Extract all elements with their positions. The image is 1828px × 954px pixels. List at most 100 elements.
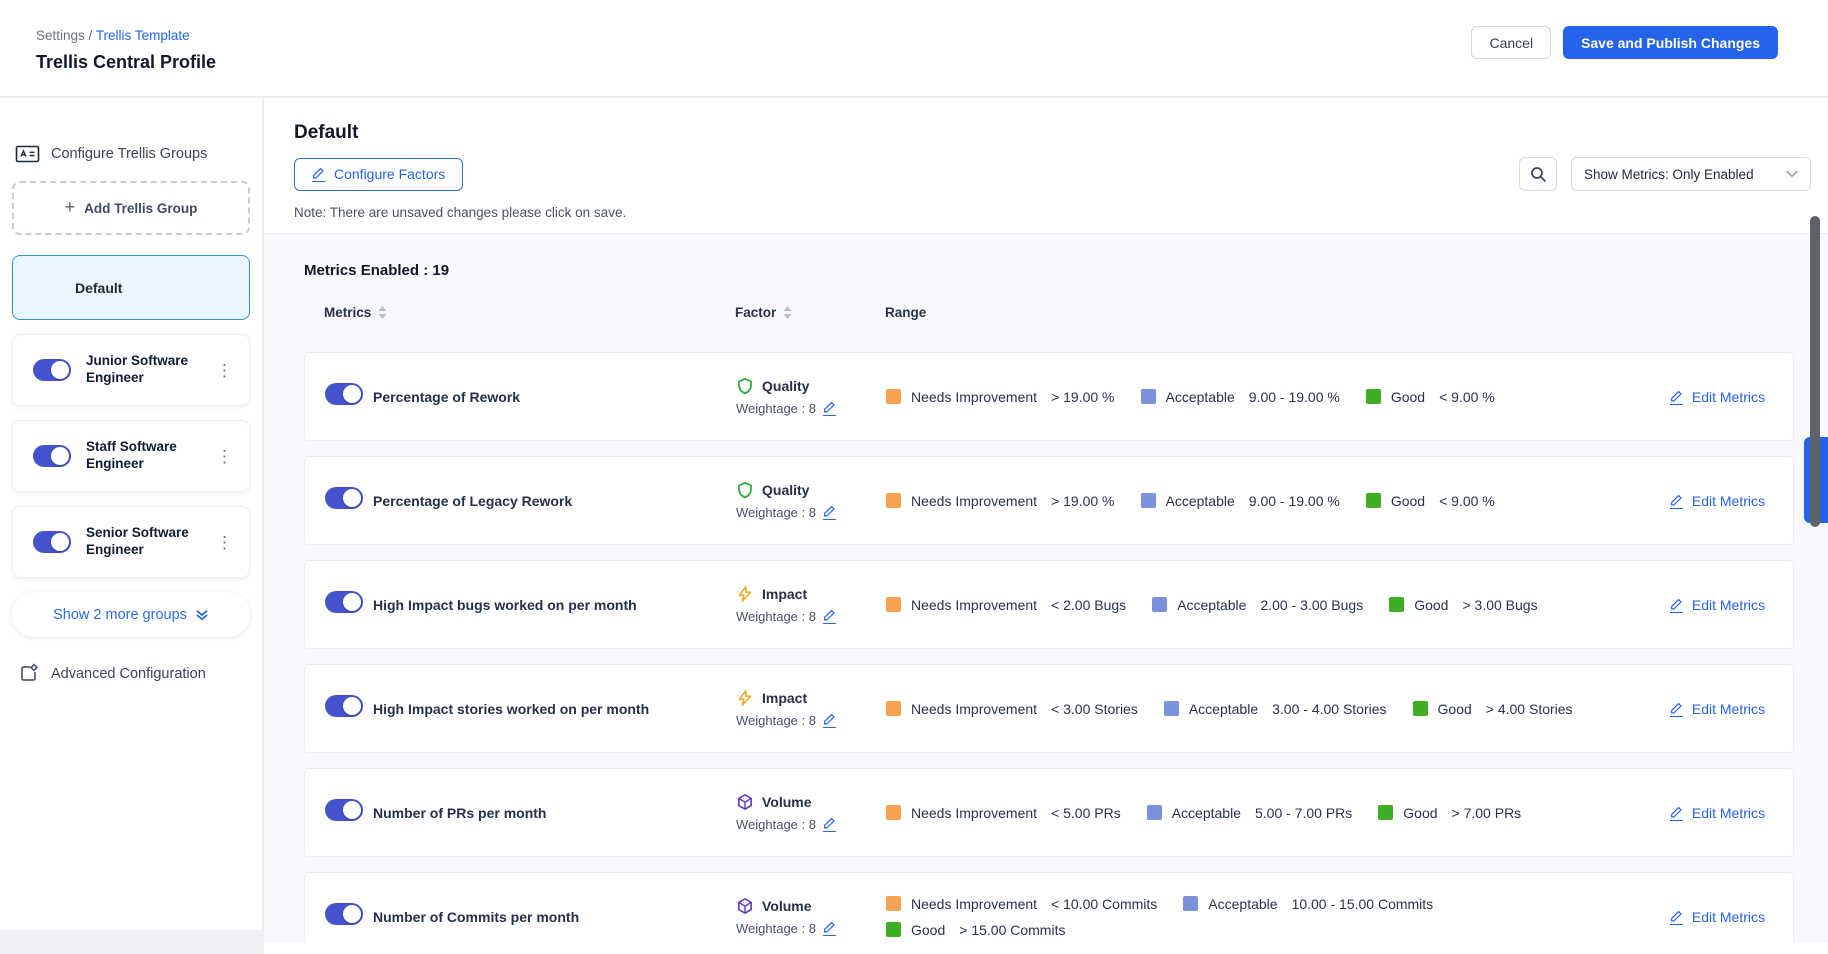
range-value: < 3.00 Stories	[1051, 701, 1138, 717]
range-label: Acceptable	[1189, 701, 1258, 717]
breadcrumb-trellis-template[interactable]: Trellis Template	[96, 28, 190, 43]
sidebar-group-card[interactable]: Senior Software Engineer ⋮	[12, 506, 250, 578]
edit-weightage-icon[interactable]	[823, 504, 836, 520]
edit-weightage-icon[interactable]	[823, 920, 836, 936]
range-color-swatch	[1389, 597, 1404, 612]
vertical-scrollbar-thumb[interactable]	[1810, 216, 1820, 527]
kebab-menu-icon[interactable]: ⋮	[214, 444, 235, 469]
range-chip: Acceptable 3.00 - 4.00 Stories	[1164, 701, 1387, 717]
breadcrumb-settings[interactable]: Settings	[36, 28, 85, 43]
pencil-icon	[1670, 597, 1683, 613]
edit-weightage-icon[interactable]	[823, 608, 836, 624]
range-chip: Good > 7.00 PRs	[1378, 805, 1521, 821]
weightage-text: Weightage : 8	[736, 609, 816, 624]
range-label: Acceptable	[1177, 597, 1246, 613]
range-color-swatch	[1183, 896, 1198, 911]
range-label: Good	[911, 922, 945, 938]
factor-icon	[736, 793, 754, 811]
show-more-label: Show 2 more groups	[53, 607, 187, 623]
weightage-text: Weightage : 8	[736, 401, 816, 416]
metric-row: Percentage of Rework Quality Weightage :…	[304, 352, 1794, 441]
range-label: Good	[1403, 805, 1437, 821]
show-metrics-dropdown[interactable]: Show Metrics: Only Enabled	[1571, 157, 1811, 191]
show-more-groups-button[interactable]: Show 2 more groups	[12, 592, 250, 637]
configure-factors-button[interactable]: Configure Factors	[294, 158, 463, 191]
edit-metrics-label: Edit Metrics	[1692, 493, 1765, 509]
range-chip: Acceptable 9.00 - 19.00 %	[1141, 389, 1340, 405]
edit-metrics-link[interactable]: Edit Metrics	[1670, 493, 1765, 509]
edit-weightage-icon[interactable]	[823, 400, 836, 416]
edit-metrics-label: Edit Metrics	[1692, 597, 1765, 613]
factor-icon	[736, 689, 754, 707]
range-value: 9.00 - 19.00 %	[1249, 493, 1340, 509]
group-enabled-toggle[interactable]	[33, 359, 71, 381]
default-group-label: Default	[75, 280, 122, 296]
edit-metrics-link[interactable]: Edit Metrics	[1670, 389, 1765, 405]
range-chip: Good < 9.00 %	[1366, 493, 1495, 509]
factor-name: Impact	[762, 690, 807, 706]
group-enabled-toggle[interactable]	[33, 445, 71, 467]
cancel-button[interactable]: Cancel	[1471, 26, 1551, 59]
range-chip: Good > 4.00 Stories	[1413, 701, 1573, 717]
pencil-icon	[1670, 389, 1683, 405]
toggle-knob	[51, 361, 69, 379]
metric-enabled-toggle[interactable]	[325, 487, 363, 509]
pencil-icon	[312, 166, 325, 182]
edit-weightage-icon[interactable]	[823, 712, 836, 728]
range-label: Needs Improvement	[911, 389, 1037, 405]
edit-metrics-link[interactable]: Edit Metrics	[1670, 909, 1765, 925]
metric-enabled-toggle[interactable]	[325, 903, 363, 925]
sort-metrics-icon[interactable]	[378, 306, 387, 319]
range-value: 10.00 - 15.00 Commits	[1292, 896, 1434, 912]
kebab-menu-icon[interactable]: ⋮	[214, 358, 235, 383]
group-enabled-toggle[interactable]	[33, 531, 71, 553]
metric-name: High Impact bugs worked on per month	[373, 597, 736, 613]
edit-weightage-icon[interactable]	[823, 816, 836, 832]
advanced-config-label: Advanced Configuration	[51, 666, 206, 682]
range-color-swatch	[886, 701, 901, 716]
metric-name: High Impact stories worked on per month	[373, 701, 736, 717]
metric-enabled-toggle[interactable]	[325, 383, 363, 405]
metric-enabled-toggle[interactable]	[325, 695, 363, 717]
toggle-knob	[51, 447, 69, 465]
edit-metrics-link[interactable]: Edit Metrics	[1670, 805, 1765, 821]
advanced-configuration-button[interactable]: Advanced Configuration	[12, 663, 250, 684]
sort-factor-icon[interactable]	[783, 306, 792, 319]
factor-name: Quality	[762, 482, 809, 498]
edit-metrics-link[interactable]: Edit Metrics	[1670, 701, 1765, 717]
metric-enabled-toggle[interactable]	[325, 799, 363, 821]
range-label: Acceptable	[1166, 389, 1235, 405]
save-publish-button[interactable]: Save and Publish Changes	[1563, 26, 1778, 59]
configure-groups-label: Configure Trellis Groups	[51, 146, 207, 162]
metric-row: Number of PRs per month Volume Weightage…	[304, 768, 1794, 857]
range-color-swatch	[886, 896, 901, 911]
add-trellis-group-button[interactable]: + Add Trellis Group	[12, 181, 250, 235]
range-color-swatch	[1366, 493, 1381, 508]
range-label: Needs Improvement	[911, 896, 1037, 912]
edit-metrics-link[interactable]: Edit Metrics	[1670, 597, 1765, 613]
range-color-swatch	[886, 493, 901, 508]
metric-enabled-toggle[interactable]	[325, 591, 363, 613]
toggle-knob	[343, 801, 361, 819]
unsaved-note: Note: There are unsaved changes please c…	[264, 205, 1828, 220]
range-color-swatch	[886, 922, 901, 937]
double-chevron-down-icon	[195, 608, 209, 622]
search-button[interactable]	[1519, 157, 1557, 191]
chevron-down-icon	[1786, 170, 1798, 178]
range-chip: Acceptable 5.00 - 7.00 PRs	[1147, 805, 1353, 821]
range-chip: Good > 3.00 Bugs	[1389, 597, 1537, 613]
range-value: < 9.00 %	[1439, 389, 1495, 405]
toggle-knob	[51, 533, 69, 551]
kebab-menu-icon[interactable]: ⋮	[214, 530, 235, 555]
range-value: > 4.00 Stories	[1486, 701, 1573, 717]
sidebar-group-card[interactable]: Junior Software Engineer ⋮	[12, 334, 250, 406]
sidebar-group-default[interactable]: Default	[12, 255, 250, 320]
weightage-text: Weightage : 8	[736, 921, 816, 936]
range-cell: Needs Improvement > 19.00 % Acceptable 9…	[886, 493, 1616, 509]
sidebar-group-card[interactable]: Staff Software Engineer ⋮	[12, 420, 250, 492]
toggle-knob	[343, 697, 361, 715]
range-value: < 5.00 PRs	[1051, 805, 1121, 821]
range-color-swatch	[886, 389, 901, 404]
range-color-swatch	[1141, 389, 1156, 404]
range-color-swatch	[1378, 805, 1393, 820]
